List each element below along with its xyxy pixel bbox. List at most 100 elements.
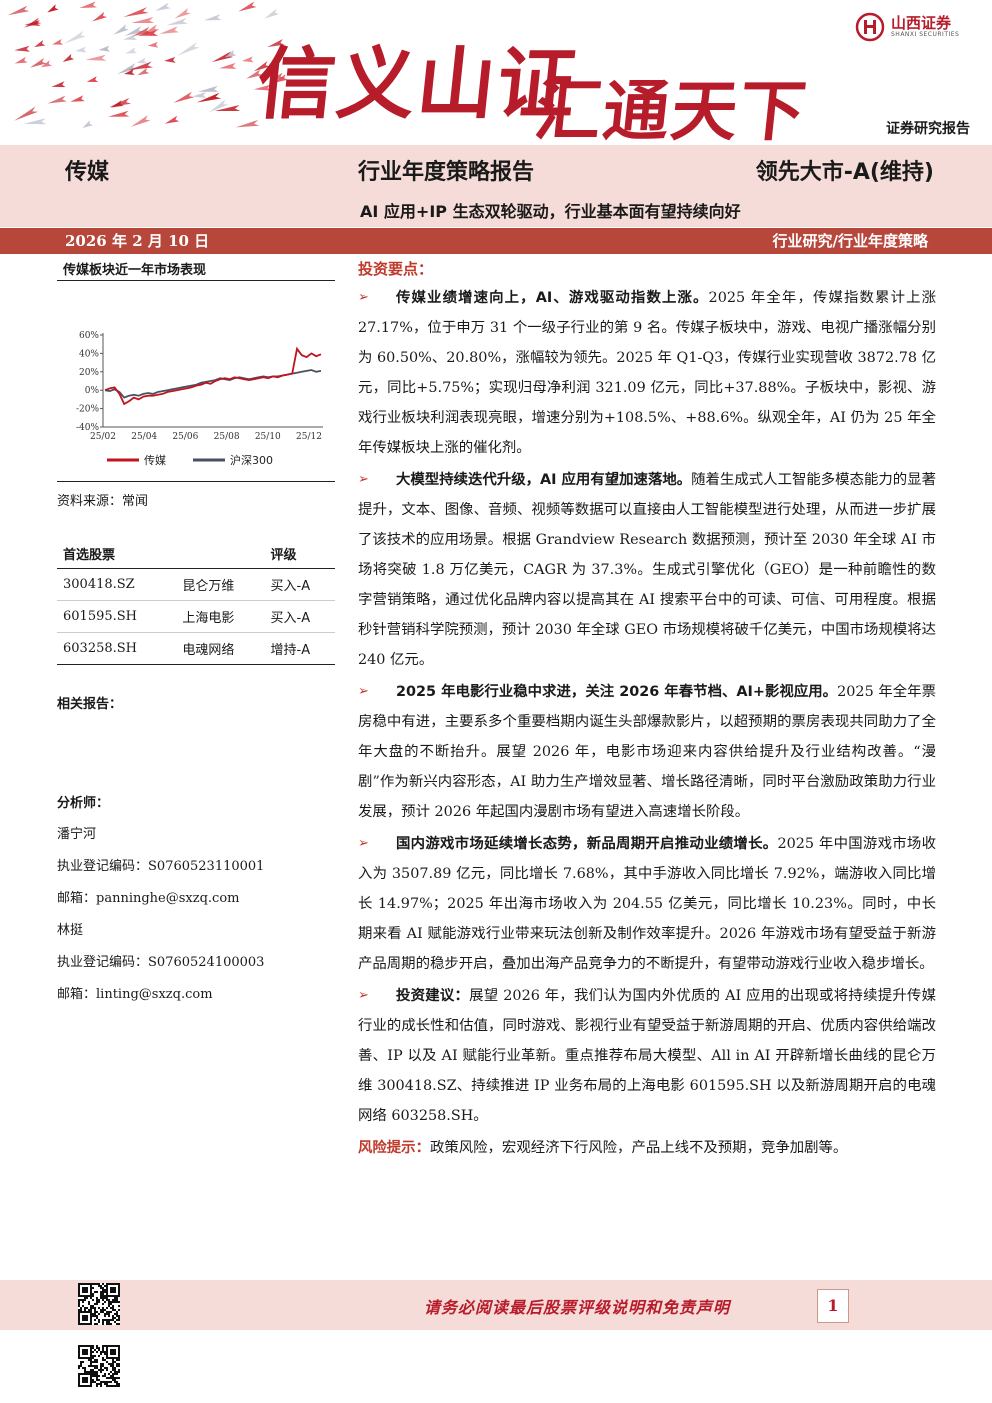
key-points-section: 投资要点： ➢ 传媒业绩增速向上，AI、游戏驱动指数上涨。2025 年全年，传媒指… [358, 258, 936, 1163]
email-link[interactable]: panninghe@sxzq.com [96, 891, 239, 906]
arrow-decoration [62, 53, 75, 63]
company-logo: 山西证券 SHANXI SECURITIES [855, 10, 975, 44]
registration-label: 执业登记编码： [57, 859, 149, 874]
arrow-decoration [123, 7, 149, 18]
x-tick-label: 25/06 [172, 432, 198, 442]
risk-text: 政策风险，宏观经济下行风险，产品上线不及预期，竞争加剧等。 [429, 1140, 848, 1156]
key-point: ➢ 投资建议：展望 2026 年，我们认为国内外优质的 AI 应用的出现或将持续提… [358, 981, 936, 1131]
arrow-decoration [125, 47, 138, 54]
arrow-decoration [241, 56, 254, 63]
analyst-name: 潘宁河 [57, 827, 97, 842]
line-chart: 60%40%20%0%-20%-40%25/02 25/04 25/06 25/08 2… [76, 331, 323, 467]
arrow-decoration [166, 17, 188, 26]
arrow-decoration [174, 8, 191, 19]
key-point-lead: 投资建议： [396, 988, 470, 1004]
registration-code: S0760523110001 [148, 859, 265, 874]
qr-code-icon[interactable] [78, 1345, 120, 1387]
qr-code-icon[interactable] [78, 1283, 120, 1325]
key-point-text: 展望 2026 年，我们认为国内外优质的 AI 应用的出现或将持续提升传媒行业的… [358, 988, 936, 1124]
picks-header-row: 首选股票 评级 [57, 539, 335, 569]
arrow-decoration [164, 56, 176, 63]
stock-name: 上海电影 [176, 600, 265, 633]
logo-mark-icon [855, 12, 885, 42]
company-name-en: SHANXI SECURITIES [891, 31, 960, 38]
key-point-text: 2025 年全年，传媒指数累计上涨 27.17%，位于申万 31 个一级子行业的… [358, 290, 937, 456]
market-performance-chart: 60% 40% 20% 0% -20% -40% 25/02 25/04 25/06 25/08 2… [57, 281, 335, 482]
key-point-lead: 国内游戏市场延续增长态势，新品周期开启推动业绩增长。 [396, 836, 778, 852]
arrow-decoration [82, 120, 93, 128]
arrow-decoration [197, 85, 219, 92]
report-subtitle: AI 应用+IP 生态双轮驱动，行业基本面有望持续向好 [360, 202, 741, 221]
analyst-list: 潘宁河 执业登记编码：S0760523110001 邮箱：panninghe@s… [57, 819, 335, 1011]
left-sidebar: 传媒板块近一年市场表现 60% 40% 20% 0% -20% -40% 25/02 25/0… [57, 256, 335, 1011]
arrow-decoration [130, 115, 151, 127]
arrow-bullet-icon: ➢ [358, 684, 369, 699]
report-date: 2026 年 2 月 10 日 [65, 232, 210, 250]
stock-rating: 买入-A [264, 568, 335, 601]
registration-label: 执业登记编码： [57, 955, 149, 970]
stock-name: 昆仑万维 [176, 568, 265, 601]
key-point: ➢ 国内游戏市场延续增长态势，新品周期开启推动业绩增长。2025 年中国游戏市场收… [358, 829, 936, 979]
picks-header-stock: 首选股票 [57, 539, 177, 569]
industry-name: 传媒 [65, 160, 110, 185]
legend-label: 传媒 [144, 454, 166, 467]
arrow-decoration [219, 62, 237, 69]
risk-warning: 风险提示：政策风险，宏观经济下行风险，产品上线不及预期，竞争加剧等。 [358, 1133, 936, 1163]
email-link[interactable]: linting@sxzq.com [96, 987, 213, 1002]
chart-title: 传媒板块近一年市场表现 [57, 256, 335, 281]
industry-rating: 领先大市-A(维持) [755, 160, 934, 185]
arrow-bullet-icon: ➢ [358, 472, 369, 487]
chart-source: 资料来源：常闻 [57, 494, 149, 509]
stock-code: 300418.SZ [57, 568, 177, 601]
analysts-label: 分析师： [57, 796, 110, 811]
key-point-lead: 2025 年电影行业稳中求进，关注 2026 年春节档、AI+影视应用。 [396, 684, 838, 700]
email-label: 邮箱： [57, 891, 97, 906]
x-tick-label: 25/04 [131, 432, 157, 442]
table-row: 300418.SZ 昆仑万维 买入-A [57, 568, 335, 601]
analyst-email: 邮箱：panninghe@sxzq.com [57, 883, 335, 915]
report-type-label: 证券研究报告 [886, 121, 970, 137]
company-name: 山西证券 [891, 14, 952, 32]
key-point-text: 随着生成式人工智能多模态能力的显著提升，文本、图像、音频、视频等数据可以直接由人… [358, 472, 937, 668]
arrow-decoration [29, 57, 47, 68]
x-tick-label: 25/12 [296, 432, 322, 442]
key-point-lead: 传媒业绩增速向上，AI、游戏驱动指数上涨。 [396, 290, 709, 306]
arrow-decoration [117, 63, 138, 75]
arrow-decoration [173, 91, 195, 103]
report-category: 行业研究/行业年度策略 [772, 232, 928, 250]
arrow-decoration [85, 54, 107, 61]
key-point-text: 2025 年全年票房稳中有进，主要系多个重要档期内诞生头部爆款影片，以超预期的票… [358, 684, 936, 820]
legend-label: 沪深300 [230, 453, 273, 467]
arrow-decoration [131, 17, 155, 24]
table-row: 601595.SH 上海电影 买入-A [57, 600, 335, 633]
registration-code: S0760524100003 [148, 955, 265, 970]
report-title: 行业年度策略报告 [358, 160, 535, 185]
key-point: ➢ 2025 年电影行业稳中求进，关注 2026 年春节档、AI+影视应用。202… [358, 677, 936, 827]
arrow-decoration [159, 26, 179, 34]
related-reports-label: 相关报告： [57, 697, 123, 712]
x-tick-label: 25/02 [90, 432, 116, 442]
picks-header-rating: 评级 [264, 539, 335, 569]
header-banner: 信义山证 汇通天下 山西证券 SHANXI SECURITIES 证券研究报告 [0, 0, 992, 145]
page-number: 1 [817, 1289, 849, 1323]
key-points-title: 投资要点： [358, 260, 434, 278]
key-point: ➢ 大模型持续迭代升级，AI 应用有望加速落地。随着生成式人工智能多模态能力的显著… [358, 465, 936, 675]
arrow-decoration [7, 5, 30, 16]
arrow-decoration [14, 56, 28, 64]
arrow-decoration [98, 45, 111, 52]
y-tick-label: 40% [79, 349, 99, 359]
arrow-bullet-icon: ➢ [358, 988, 369, 1003]
arrow-decoration [70, 95, 85, 102]
arrow-decoration [47, 4, 59, 13]
arrow-bullet-icon: ➢ [358, 290, 369, 305]
y-tick-label: -20% [76, 405, 99, 415]
risk-label: 风险提示： [358, 1140, 430, 1156]
top-picks-table: 首选股票 评级 300418.SZ 昆仑万维 买入-A 601595.SH 上海… [57, 539, 335, 665]
arrow-decoration [34, 39, 46, 48]
x-tick-label: 25/08 [214, 432, 240, 442]
x-tick-label: 25/10 [255, 432, 281, 442]
key-point-text: 2025 年中国游戏市场收入为 3507.89 亿元，同比增长 7.68%，其中… [358, 836, 936, 972]
arrow-decoration [209, 99, 229, 113]
analyst-registration: 执业登记编码：S0760523110001 [57, 851, 335, 883]
arrow-decoration [147, 41, 159, 48]
